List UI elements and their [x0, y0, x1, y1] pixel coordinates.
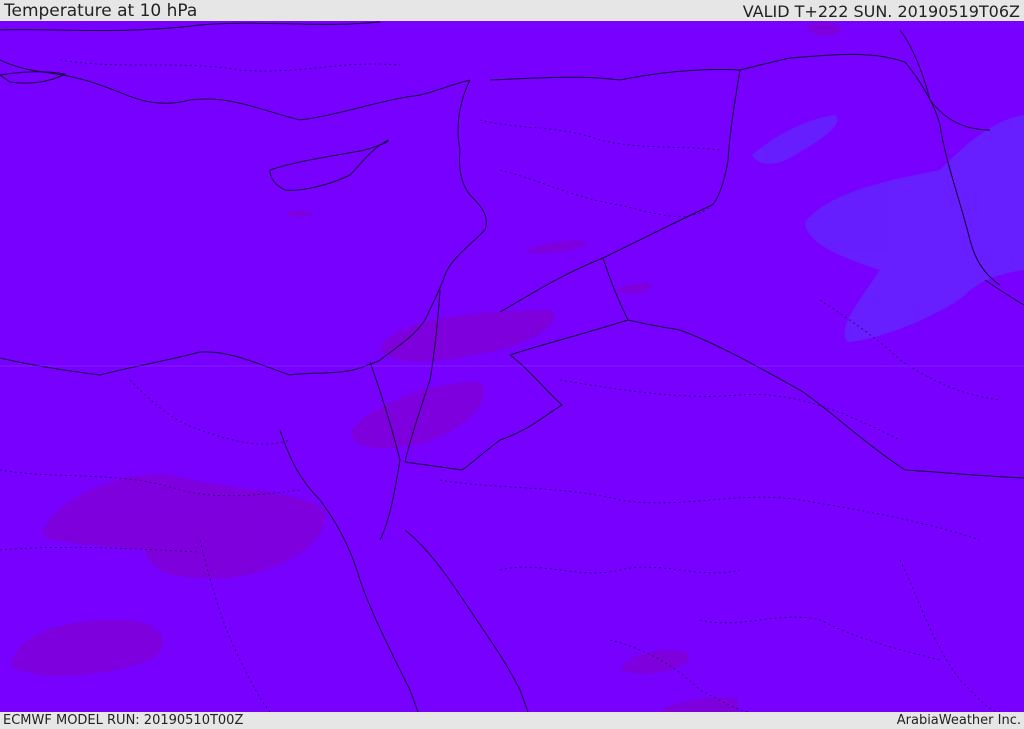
map-canvas [0, 21, 1024, 712]
warm-patch-iraq [616, 282, 652, 294]
coast-red-sea-east [404, 529, 529, 712]
warm-patch-sinai-jordan [380, 310, 555, 362]
cool-patch-ne [752, 115, 838, 164]
header-bar: Temperature at 10 hPa VALID T+222 SUN. 2… [0, 0, 1024, 21]
credit-text: ArabiaWeather Inc. [896, 713, 1021, 728]
coast-persian-gulf [984, 279, 1024, 306]
border-syria-jordan [499, 257, 604, 313]
weather-map[interactable] [0, 21, 1024, 712]
warm-patch-egypt [42, 474, 326, 579]
warm-patch-top [805, 22, 842, 37]
border-syria-iraq [602, 69, 741, 259]
warm-patch-saudi [620, 650, 690, 674]
footer-bar: ECMWF MODEL RUN: 20190510T00Z ArabiaWeat… [0, 712, 1024, 729]
warm-patch-med [285, 210, 313, 217]
coast-cyprus [269, 139, 389, 191]
coast-gulf-suez [379, 459, 401, 541]
warm-patch-syria [524, 240, 588, 254]
warm-patch-bottom [660, 697, 738, 712]
border-jordan-saudi [509, 319, 1024, 479]
province-boundaries [0, 59, 1001, 712]
coastlines [0, 21, 1024, 712]
model-run: ECMWF MODEL RUN: 20190510T00Z [3, 713, 244, 728]
cool-field [752, 115, 1024, 342]
coast-caspian [899, 29, 991, 131]
coast-black-sea [0, 21, 381, 32]
coast-egypt-north [0, 351, 381, 376]
border-turkey-syria [489, 57, 791, 81]
map-title: Temperature at 10 hPa [4, 1, 198, 21]
valid-time: VALID T+222 SUN. 20190519T06Z [742, 2, 1020, 21]
warm-patch-southwest [10, 619, 164, 677]
cool-patch-iran [805, 115, 1024, 342]
coast-red-sea-west [279, 429, 419, 712]
